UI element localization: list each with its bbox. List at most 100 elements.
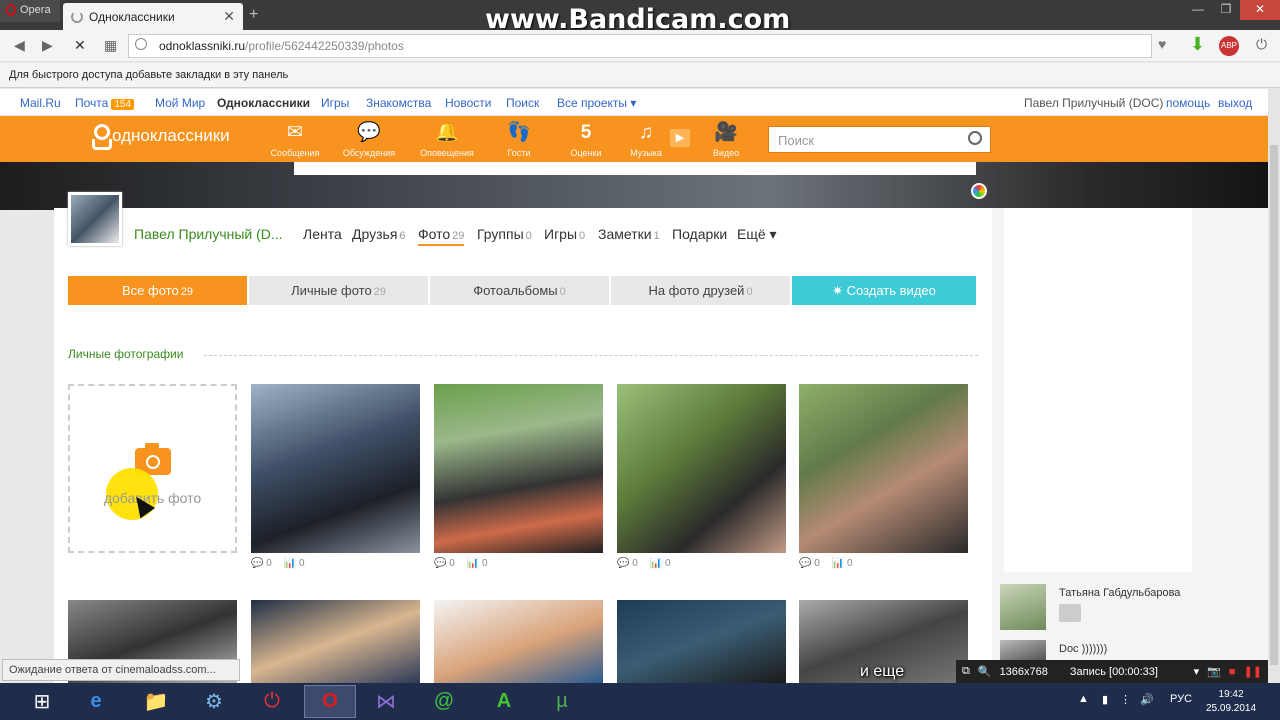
tab-games[interactable]: Игры 0: [544, 226, 585, 242]
photo-thumbnail[interactable]: [251, 384, 420, 553]
subtab-friends-photos[interactable]: На фото друзей 0: [611, 276, 791, 305]
opera-taskbar-icon[interactable]: O: [304, 685, 356, 718]
close-tab-icon[interactable]: ✕: [223, 8, 235, 25]
adblock-icon[interactable]: ABP: [1219, 36, 1239, 56]
ok-logo[interactable]: одноклассники: [92, 124, 230, 150]
portal-link-ok[interactable]: Одноклассники: [217, 96, 310, 110]
search-input[interactable]: Поиск: [768, 126, 991, 153]
toolbar-guests[interactable]: 👣 Гости: [484, 122, 554, 158]
portal-link-dating[interactable]: Знакомства: [366, 96, 431, 110]
tab-groups[interactable]: Группы 0: [477, 226, 532, 242]
app-icon[interactable]: ⚙: [192, 685, 236, 718]
bandicam-camera-icon[interactable]: 📷: [1207, 665, 1221, 678]
photo-stats: 💬 0 📊 0: [799, 558, 853, 569]
volume-icon[interactable]: 🔊: [1140, 693, 1154, 706]
portal-link-mailru[interactable]: Mail.Ru: [20, 96, 61, 110]
tab-gifts[interactable]: Подарки: [672, 226, 727, 242]
photo-thumbnail[interactable]: [617, 600, 786, 683]
music-play-icon[interactable]: ▶: [670, 129, 690, 147]
photo-thumbnail[interactable]: [799, 384, 968, 553]
window-close-icon[interactable]: ✕: [1240, 0, 1280, 20]
comment-icon[interactable]: 💬 0: [799, 558, 820, 569]
send-message-icon[interactable]: [1059, 604, 1081, 622]
visual-studio-icon[interactable]: ⋈: [364, 685, 408, 718]
friend-name[interactable]: Татьяна Габдульбарова: [1059, 587, 1180, 599]
agent-icon[interactable]: @: [422, 685, 466, 718]
tab-friends[interactable]: Друзья 6: [352, 226, 406, 242]
portal-help-link[interactable]: помощь: [1166, 96, 1210, 110]
speed-dial-icon[interactable]: ▦: [104, 37, 117, 54]
new-tab-icon[interactable]: +: [249, 6, 258, 24]
battery-icon[interactable]: ▮: [1102, 693, 1108, 706]
utorrent-icon[interactable]: µ: [540, 685, 584, 718]
comment-icon[interactable]: 💬 0: [617, 558, 638, 569]
bandicam-dropdown-icon[interactable]: ▾: [1194, 665, 1200, 678]
cover-color-picker-icon[interactable]: [971, 183, 987, 199]
views-icon[interactable]: 📊 0: [467, 558, 488, 569]
subtab-personal-photos[interactable]: Личные фото 29: [249, 276, 429, 305]
toolbar-notifications[interactable]: 🔔 Оповещения: [412, 122, 482, 158]
internet-explorer-icon[interactable]: e: [74, 685, 118, 718]
language-indicator[interactable]: РУС: [1170, 693, 1192, 705]
favorite-heart-icon[interactable]: ♥: [1158, 36, 1166, 52]
tab-feed[interactable]: Лента: [303, 226, 342, 242]
subtab-albums[interactable]: Фотоальбомы 0: [430, 276, 610, 305]
friend-name[interactable]: Doc ))))))): [1059, 643, 1107, 655]
subtab-all-photos[interactable]: Все фото 29: [68, 276, 248, 305]
site-info-icon[interactable]: [135, 38, 147, 50]
network-icon[interactable]: ⋮: [1120, 693, 1131, 706]
comment-icon[interactable]: 💬 0: [434, 558, 455, 569]
toolbar-messages[interactable]: ✉ Сообщения: [260, 122, 330, 158]
friend-avatar[interactable]: [1000, 584, 1046, 630]
a-app-icon[interactable]: A: [482, 685, 526, 718]
portal-link-games[interactable]: Игры: [321, 96, 349, 110]
file-explorer-icon[interactable]: 📁: [134, 685, 178, 718]
comment-icon[interactable]: 💬 0: [251, 558, 272, 569]
bandicam-window-icon[interactable]: ⧉: [962, 665, 970, 678]
profile-avatar[interactable]: [68, 192, 122, 246]
maximize-icon[interactable]: ❐: [1212, 0, 1240, 20]
portal-link-myworld[interactable]: Мой Мир: [155, 96, 205, 110]
portal-all-projects[interactable]: Все проекты ▾: [557, 96, 636, 110]
back-icon[interactable]: ◀: [14, 37, 25, 54]
friend-avatar[interactable]: [1000, 640, 1046, 660]
photo-thumbnail[interactable]: [251, 600, 420, 683]
mail-count-badge: 154: [111, 99, 135, 110]
toolbar-discussions[interactable]: 💬 Обсуждения: [334, 122, 404, 158]
browser-tab[interactable]: Одноклассники ✕: [63, 3, 243, 30]
portal-user-name[interactable]: Павел Прилучный (DOC): [1024, 96, 1163, 110]
bandicam-stop-icon[interactable]: ■: [1229, 666, 1236, 678]
power-app-icon[interactable]: ⏻: [250, 685, 294, 718]
photo-thumbnail[interactable]: [617, 384, 786, 553]
create-video-button[interactable]: ✷ Создать видео: [792, 276, 977, 305]
tray-expand-icon[interactable]: ▲: [1078, 693, 1089, 705]
system-clock[interactable]: 19:42 25.09.2014: [1206, 688, 1256, 716]
portal-link-search[interactable]: Поиск: [506, 96, 539, 110]
tab-notes[interactable]: Заметки 1: [598, 226, 660, 242]
views-icon[interactable]: 📊 0: [650, 558, 671, 569]
search-icon[interactable]: [968, 131, 982, 145]
bandicam-pause-icon[interactable]: ❚❚: [1244, 665, 1262, 678]
download-icon[interactable]: ⬇: [1190, 34, 1205, 55]
views-icon[interactable]: 📊 0: [284, 558, 305, 569]
portal-logout-link[interactable]: выход: [1218, 96, 1252, 110]
profile-name[interactable]: Павел Прилучный (D...: [134, 226, 283, 242]
start-button-icon[interactable]: ⊞: [20, 685, 64, 718]
views-icon[interactable]: 📊 0: [832, 558, 853, 569]
cover-banner-strip: [294, 162, 976, 175]
opera-menu-icon[interactable]: ⏻: [1256, 36, 1267, 53]
url-field[interactable]: odnoklassniki.ru/profile/562442250339/ph…: [128, 34, 1152, 58]
photo-thumbnail[interactable]: [434, 384, 603, 553]
minimize-icon[interactable]: —: [1184, 0, 1212, 20]
portal-link-mail[interactable]: Почта 154: [75, 96, 135, 110]
stop-loading-icon[interactable]: ✕: [74, 37, 86, 54]
toolbar-video[interactable]: 🎥 Видео: [691, 122, 761, 158]
tab-more[interactable]: Ещё ▾: [737, 226, 777, 243]
photo-thumbnail[interactable]: [434, 600, 603, 683]
bandicam-search-icon[interactable]: 🔍: [978, 665, 992, 678]
scrollbar-thumb[interactable]: [1270, 145, 1278, 665]
forward-icon[interactable]: ▶: [42, 37, 53, 54]
portal-link-news[interactable]: Новости: [445, 96, 491, 110]
opera-menu-button[interactable]: Opera: [0, 0, 60, 22]
tab-photos[interactable]: Фото 29: [418, 226, 465, 246]
